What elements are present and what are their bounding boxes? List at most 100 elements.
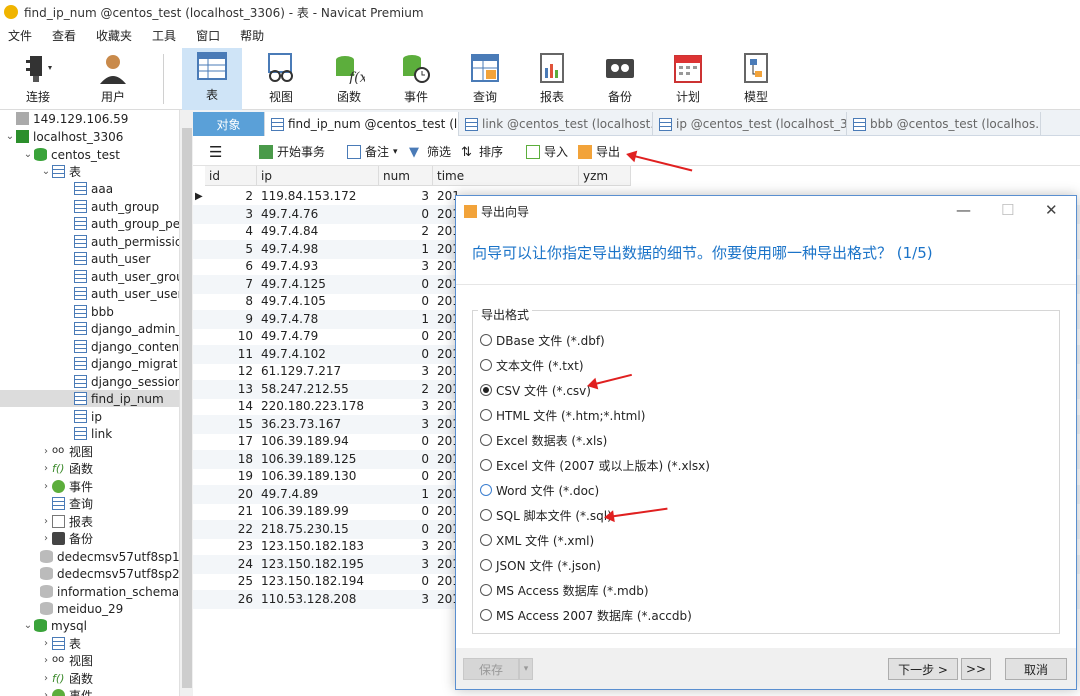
table-cell-id[interactable]: 17: [205, 432, 253, 451]
function-button[interactable]: f(x) 函数: [319, 50, 379, 108]
tree-queries[interactable]: 查询: [40, 495, 93, 512]
tree-table-item[interactable]: auth_permissic: [74, 233, 181, 250]
table-cell-id[interactable]: 11: [205, 345, 253, 364]
table-cell-id[interactable]: 6: [205, 257, 253, 276]
menu-tools[interactable]: 工具: [144, 27, 188, 44]
radio-button[interactable]: [480, 559, 492, 571]
maximize-icon[interactable]: ☐: [1001, 201, 1014, 219]
chevron-right-icon[interactable]: ›: [40, 446, 52, 457]
table-button[interactable]: 表: [182, 48, 242, 110]
table-cell-ip[interactable]: 106.39.189.125: [261, 450, 379, 469]
model-button[interactable]: 模型: [726, 50, 786, 108]
table-cell-num[interactable]: 0: [379, 572, 429, 591]
table-cell-ip[interactable]: 49.7.4.105: [261, 292, 379, 311]
user-button[interactable]: 用户: [83, 50, 143, 108]
option-xml[interactable]: XML 文件 (*.xml): [480, 530, 594, 550]
backup-button[interactable]: 备份: [590, 50, 650, 108]
table-cell-ip[interactable]: 58.247.212.55: [261, 380, 379, 399]
table-cell-num[interactable]: 1: [379, 240, 429, 259]
connect-button[interactable]: 连接: [8, 50, 68, 108]
option-doc[interactable]: Word 文件 (*.doc): [480, 480, 599, 500]
radio-button[interactable]: [480, 334, 492, 346]
tab-objects[interactable]: 对象: [193, 112, 265, 136]
tree-table-item[interactable]: auth_user: [74, 250, 150, 267]
tree-db-other[interactable]: dedecmsv57utf8sp1: [40, 548, 180, 565]
table-cell-ip[interactable]: 49.7.4.79: [261, 327, 379, 346]
table-cell-ip[interactable]: 218.75.230.15: [261, 520, 379, 539]
radio-button[interactable]: [480, 534, 492, 546]
last-button[interactable]: >>: [961, 658, 991, 680]
radio-button[interactable]: [480, 409, 492, 421]
chevron-down-icon[interactable]: ⌄: [22, 620, 34, 631]
table-cell-ip[interactable]: 220.180.223.178: [261, 397, 379, 416]
tree-db-centos-test[interactable]: ⌄ centos_test: [22, 146, 120, 163]
table-cell-ip[interactable]: 123.150.182.195: [261, 555, 379, 574]
table-cell-num[interactable]: 3: [379, 590, 429, 609]
chevron-right-icon[interactable]: ›: [40, 516, 52, 527]
tree-table-item[interactable]: django_migrat: [74, 355, 178, 372]
tree-table-item[interactable]: django_admin_: [74, 320, 181, 337]
chevron-down-icon[interactable]: ⌄: [4, 131, 16, 142]
chevron-right-icon[interactable]: ›: [40, 463, 52, 474]
table-cell-id[interactable]: 12: [205, 362, 253, 381]
table-cell-ip[interactable]: 106.39.189.99: [261, 502, 379, 521]
table-cell-ip[interactable]: 49.7.4.84: [261, 222, 379, 241]
table-cell-num[interactable]: 2: [379, 380, 429, 399]
tree-connection-localhost[interactable]: ⌄ localhost_3306: [4, 128, 124, 145]
radio-button[interactable]: [480, 584, 492, 596]
next-button[interactable]: 下一步 >: [888, 658, 958, 680]
dropdown-arrow-icon[interactable]: ▾: [393, 147, 398, 157]
option-csv[interactable]: CSV 文件 (*.csv): [480, 380, 591, 400]
menu-file[interactable]: 文件: [0, 27, 44, 44]
menu-help[interactable]: 帮助: [232, 27, 276, 44]
table-cell-ip[interactable]: 61.129.7.217: [261, 362, 379, 381]
table-cell-num[interactable]: 0: [379, 345, 429, 364]
radio-button[interactable]: [480, 484, 492, 496]
table-cell-id[interactable]: 3: [205, 205, 253, 224]
tree-table-item[interactable]: django_conten: [74, 338, 179, 355]
table-cell-num[interactable]: 0: [379, 292, 429, 311]
table-cell-num[interactable]: 3: [379, 415, 429, 434]
table-cell-id[interactable]: 14: [205, 397, 253, 416]
table-cell-num[interactable]: 3: [379, 537, 429, 556]
table-cell-num[interactable]: 0: [379, 432, 429, 451]
option-xlsx[interactable]: Excel 文件 (2007 或以上版本) (*.xlsx): [480, 455, 710, 475]
menu-icon[interactable]: ☰: [209, 143, 222, 161]
table-cell-ip[interactable]: 49.7.4.89: [261, 485, 379, 504]
table-cell-ip[interactable]: 49.7.4.98: [261, 240, 379, 259]
option-xls[interactable]: Excel 数据表 (*.xls): [480, 430, 607, 450]
table-cell-num[interactable]: 0: [379, 502, 429, 521]
radio-button[interactable]: [480, 434, 492, 446]
tree-table-item[interactable]: django_session: [74, 373, 182, 390]
close-icon[interactable]: ✕: [1045, 201, 1058, 219]
table-cell-id[interactable]: 24: [205, 555, 253, 574]
export-button[interactable]: 导出: [578, 143, 620, 160]
tree-table-item[interactable]: auth_user_grou: [74, 268, 184, 285]
chevron-right-icon[interactable]: ›: [40, 690, 52, 696]
save-dropdown-icon[interactable]: ▾: [519, 658, 533, 680]
column-header-yzm[interactable]: yzm: [579, 166, 631, 186]
table-cell-num[interactable]: 0: [379, 520, 429, 539]
table-cell-num[interactable]: 3: [379, 257, 429, 276]
report-button[interactable]: 报表: [522, 50, 582, 108]
chevron-right-icon[interactable]: ›: [40, 673, 52, 684]
tree-db-other[interactable]: meiduo_29: [40, 600, 123, 617]
view-button[interactable]: 视图: [251, 50, 311, 108]
option-html[interactable]: HTML 文件 (*.htm;*.html): [480, 405, 645, 425]
option-accdb[interactable]: MS Access 2007 数据库 (*.accdb): [480, 605, 692, 625]
radio-button[interactable]: [480, 609, 492, 621]
tree-mysql-views[interactable]: › oo 视图: [40, 652, 93, 669]
chevron-down-icon[interactable]: ⌄: [22, 149, 34, 160]
scrollbar-thumb[interactable]: [182, 128, 192, 688]
table-cell-ip[interactable]: 110.53.128.208: [261, 590, 379, 609]
tree-table-item[interactable]: link: [74, 425, 112, 442]
table-cell-ip[interactable]: 36.23.73.167: [261, 415, 379, 434]
table-cell-ip[interactable]: 106.39.189.130: [261, 467, 379, 486]
menu-view[interactable]: 查看: [44, 27, 88, 44]
sort-button[interactable]: ⇅ 排序: [461, 143, 503, 160]
tree-table-item[interactable]: bbb: [74, 303, 114, 320]
event-button[interactable]: 事件: [386, 50, 446, 108]
minimize-icon[interactable]: —: [956, 201, 971, 219]
table-cell-ip[interactable]: 49.7.4.102: [261, 345, 379, 364]
import-button[interactable]: 导入: [526, 143, 568, 160]
